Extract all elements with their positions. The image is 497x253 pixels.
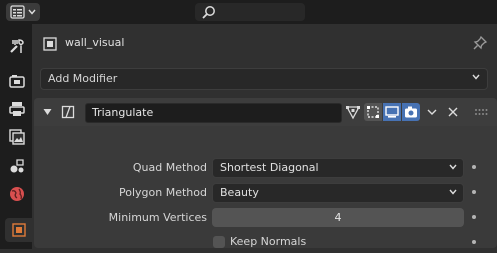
quad-method-value: Shortest Diagonal — [220, 161, 319, 174]
chevron-down-icon — [427, 109, 437, 115]
triangulate-modifier-icon — [61, 105, 75, 119]
context-row: wall_visual — [32, 31, 497, 55]
keyframe-dot[interactable] — [472, 165, 476, 169]
keyframe-dot[interactable] — [472, 190, 476, 194]
tab-view-layer[interactable] — [4, 125, 30, 149]
minimum-vertices-row: Minimum Vertices 4 — [34, 208, 497, 228]
tab-tool[interactable] — [4, 34, 30, 58]
keep-normals-label: Keep Normals — [230, 235, 307, 248]
editor-header — [0, 0, 497, 24]
monitor-icon — [385, 106, 399, 118]
quad-method-dropdown[interactable]: Shortest Diagonal — [212, 158, 464, 178]
render-toggle[interactable] — [402, 103, 420, 121]
tab-render[interactable] — [4, 69, 30, 93]
tool-icon — [10, 39, 24, 53]
properties-editor-icon — [10, 5, 25, 19]
viewport-toggle[interactable] — [383, 103, 401, 121]
quad-method-row: Quad Method Shortest Diagonal — [34, 158, 497, 178]
close-icon — [448, 107, 458, 117]
add-modifier-dropdown[interactable]: Add Modifier — [40, 68, 488, 90]
search-input[interactable] — [195, 3, 305, 21]
keep-normals-row: Keep Normals — [34, 233, 497, 253]
search-icon — [202, 6, 215, 19]
polygon-method-value: Beauty — [220, 186, 259, 199]
chevron-down-icon — [449, 189, 457, 195]
output-printer-icon — [9, 102, 25, 116]
editor-type-button[interactable] — [6, 3, 40, 21]
collapse-triangle-icon[interactable] — [43, 108, 52, 116]
modifier-header: Triangulate — [34, 98, 497, 126]
modifier-panel: Triangulate Quad Method Shortest Diagona… — [34, 98, 497, 248]
drag-handle-icon[interactable] — [474, 108, 488, 116]
edit-cage-toggle[interactable] — [344, 103, 362, 121]
world-icon — [10, 187, 24, 201]
view-layer-icon — [9, 129, 25, 145]
quad-method-label: Quad Method — [132, 161, 207, 174]
edit-mode-icon — [367, 106, 379, 118]
properties-main: wall_visual Add Modifier Triangulate Qua… — [32, 24, 497, 249]
minimum-vertices-field[interactable]: 4 — [212, 208, 464, 227]
polygon-method-dropdown[interactable]: Beauty — [212, 183, 464, 203]
modifier-menu-button[interactable] — [423, 103, 441, 121]
tab-scene[interactable] — [4, 154, 30, 178]
render-camera-icon — [9, 75, 25, 88]
tab-world[interactable] — [4, 182, 30, 206]
object-icon — [11, 223, 26, 237]
edit-cage-icon — [345, 106, 361, 120]
minimum-vertices-value: 4 — [334, 211, 342, 224]
pin-icon[interactable] — [472, 35, 488, 51]
chevron-down-icon — [28, 9, 36, 15]
chevron-down-icon — [449, 164, 457, 170]
modifier-name: Triangulate — [92, 106, 154, 119]
keep-normals-checkbox[interactable] — [213, 236, 225, 248]
properties-tabs — [0, 24, 32, 249]
edit-mode-toggle[interactable] — [364, 103, 382, 121]
tab-output[interactable] — [4, 97, 30, 121]
object-name: wall_visual — [65, 36, 125, 49]
polygon-method-label: Polygon Method — [119, 186, 207, 199]
object-icon — [43, 37, 57, 51]
minimum-vertices-label: Minimum Vertices — [108, 211, 207, 224]
scene-icon — [10, 159, 24, 173]
chevron-down-icon — [472, 74, 480, 80]
add-modifier-label: Add Modifier — [48, 72, 118, 85]
modifier-name-field[interactable]: Triangulate — [85, 103, 342, 123]
keyframe-dot[interactable] — [472, 240, 476, 244]
tab-object[interactable] — [5, 218, 32, 242]
keyframe-dot[interactable] — [472, 215, 476, 219]
remove-modifier-button[interactable] — [444, 103, 462, 121]
camera-icon — [405, 106, 417, 118]
polygon-method-row: Polygon Method Beauty — [34, 183, 497, 203]
